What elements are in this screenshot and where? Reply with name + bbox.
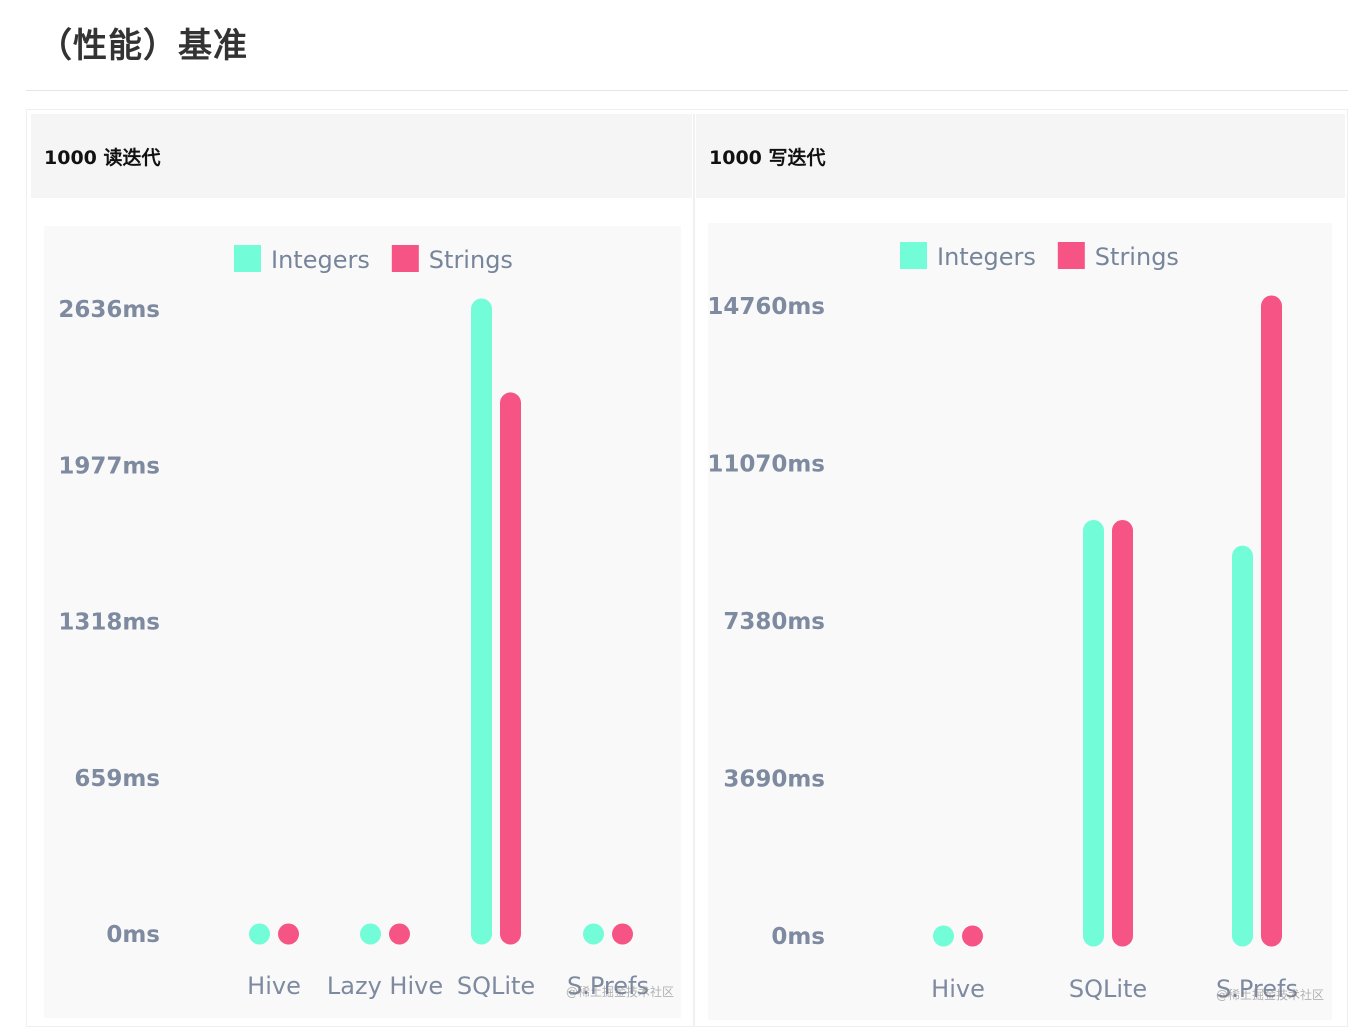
legend-label-strings: Strings xyxy=(1095,243,1179,271)
y-tick-label: 659ms xyxy=(74,766,160,792)
x-category-label: Hive xyxy=(247,972,301,1000)
y-tick-label: 11070ms xyxy=(707,452,825,478)
y-tick-label: 2636ms xyxy=(58,297,160,323)
legend-label-strings: Strings xyxy=(429,246,513,274)
y-tick-label: 1318ms xyxy=(58,610,160,636)
title-divider xyxy=(26,90,1348,91)
legend-swatch-strings xyxy=(1057,242,1085,269)
legend-label-integers: Integers xyxy=(937,243,1036,271)
bar-strings-lazy-hive xyxy=(389,923,410,945)
bar-integers-hive xyxy=(933,925,954,947)
legend-swatch-integers xyxy=(234,245,261,272)
bar-integers-sqlite xyxy=(1083,520,1104,947)
y-tick-label: 1977ms xyxy=(58,453,160,479)
bar-strings-s-prefs xyxy=(1261,295,1282,947)
watermark: @稀土掘金技术社区 xyxy=(566,985,675,999)
bar-strings-hive xyxy=(962,925,983,947)
x-category-label: Lazy Hive xyxy=(327,972,443,1000)
read-benchmark-chart: Integers Strings 0ms 659ms 1318ms 1977ms 2636m… xyxy=(44,226,681,1018)
bar-strings-hive xyxy=(278,923,299,945)
table-header-read: 1000 读迭代 xyxy=(31,114,692,198)
bar-strings-sqlite xyxy=(500,392,521,945)
legend-swatch-integers xyxy=(900,242,927,269)
y-tick-label: 0ms xyxy=(771,924,825,950)
bar-integers-hive xyxy=(249,923,270,945)
bar-integers-s-prefs xyxy=(1232,545,1253,947)
table-header-write: 1000 写迭代 xyxy=(696,114,1345,198)
x-category-label: SQLite xyxy=(1069,975,1147,1003)
bar-integers-sqlite xyxy=(471,298,492,945)
y-tick-label: 3690ms xyxy=(723,767,825,793)
x-category-label: Hive xyxy=(931,975,985,1003)
x-category-label: SQLite xyxy=(457,972,535,1000)
bar-integers-lazy-hive xyxy=(360,923,381,945)
page-title: （性能）基准 xyxy=(38,26,248,66)
y-tick-label: 14760ms xyxy=(707,294,825,320)
write-benchmark-chart: Integers Strings 0ms 3690ms 7380ms 11070ms 147… xyxy=(707,223,1332,1020)
write-chart-svg: Integers Strings 0ms 3690ms 7380ms 11070ms 147… xyxy=(707,242,1298,1003)
bar-integers-s-prefs xyxy=(583,923,604,945)
read-chart-svg: Integers Strings 0ms 659ms 1318ms 1977ms 2636m… xyxy=(58,245,649,1000)
legend-swatch-strings xyxy=(391,245,419,272)
column-divider xyxy=(693,114,695,1027)
y-tick-label: 7380ms xyxy=(723,609,825,635)
bar-strings-s-prefs xyxy=(612,923,633,945)
watermark: @稀土掘金技术社区 xyxy=(1216,988,1325,1002)
y-tick-label: 0ms xyxy=(106,922,160,948)
legend-label-integers: Integers xyxy=(271,246,370,274)
bar-strings-sqlite xyxy=(1112,520,1133,947)
